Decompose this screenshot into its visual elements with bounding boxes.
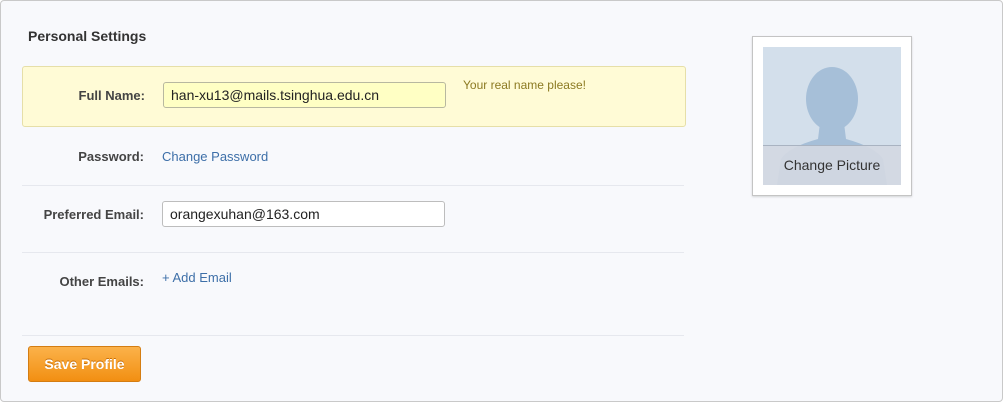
- preferred-email-label: Preferred Email:: [43, 207, 144, 222]
- other-emails-row: Other Emails: + Add Email: [22, 253, 684, 336]
- save-profile-button[interactable]: Save Profile: [28, 346, 141, 382]
- change-password-link[interactable]: Change Password: [162, 149, 268, 164]
- profile-picture: Change Picture: [752, 36, 912, 196]
- full-name-row: Full Name: han-xu13@mails.tsinghua.edu.c…: [22, 66, 686, 127]
- change-picture-button[interactable]: Change Picture: [763, 145, 901, 185]
- section-title: Personal Settings: [28, 28, 147, 44]
- add-email-link[interactable]: + Add Email: [162, 270, 232, 285]
- full-name-input[interactable]: han-xu13@mails.tsinghua.edu.cn: [163, 82, 446, 108]
- preferred-email-row: Preferred Email: orangexuhan@163.com: [22, 186, 684, 253]
- full-name-label: Full Name:: [78, 88, 145, 103]
- other-emails-label: Other Emails:: [59, 274, 144, 289]
- profile-picture-area: Change Picture: [763, 47, 901, 185]
- full-name-hint: Your real name please!: [463, 78, 586, 92]
- personal-settings-panel: Personal Settings Full Name: han-xu13@ma…: [0, 0, 1003, 402]
- preferred-email-input[interactable]: orangexuhan@163.com: [162, 201, 445, 227]
- password-label: Password:: [78, 149, 144, 164]
- password-row: Password: Change Password: [22, 128, 684, 186]
